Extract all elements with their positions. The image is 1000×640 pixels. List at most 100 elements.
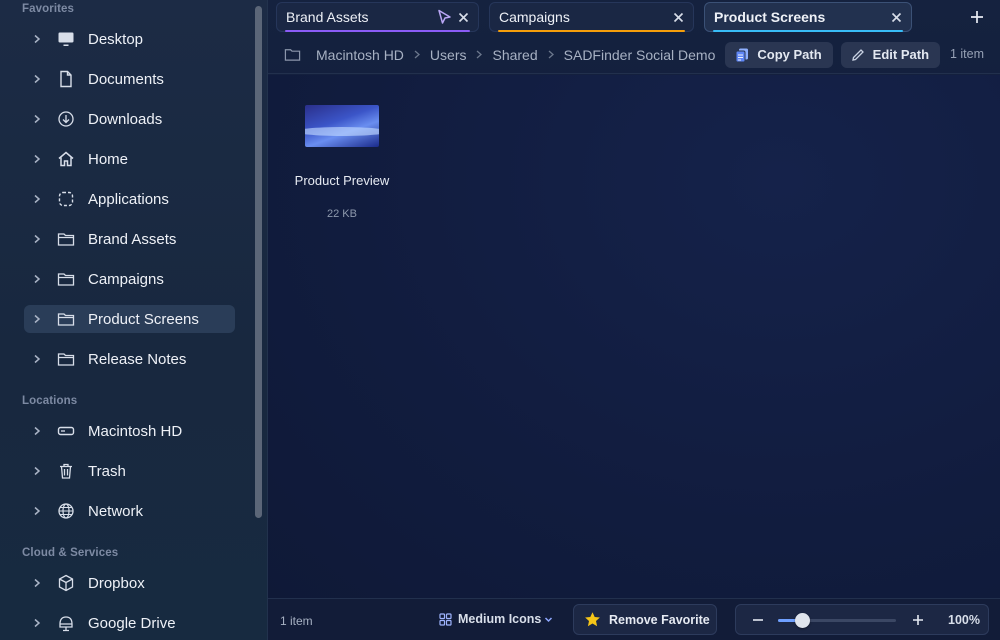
file-manager-window: Favorites Desktop Documents Downloads Ho… bbox=[0, 0, 1000, 640]
drive-icon bbox=[54, 422, 78, 440]
folder-icon bbox=[54, 350, 78, 368]
sidebar-item-product-screens[interactable]: Product Screens bbox=[24, 305, 235, 333]
plus-icon[interactable] bbox=[970, 10, 984, 24]
zoom-slider-knob[interactable] bbox=[794, 613, 810, 628]
zoom-slider[interactable] bbox=[778, 613, 896, 628]
sidebar-item-label: Brand Assets bbox=[88, 230, 177, 248]
chevron-right-icon[interactable] bbox=[24, 426, 50, 436]
star-icon bbox=[585, 612, 600, 627]
section-label-favorites: Favorites bbox=[22, 3, 75, 15]
sidebar-item-label: Campaigns bbox=[88, 270, 164, 288]
tab-brand-assets[interactable]: Brand Assets bbox=[276, 2, 479, 32]
tab-label: Campaigns bbox=[499, 9, 570, 25]
dropbox-icon bbox=[54, 574, 78, 592]
chevron-right-icon[interactable] bbox=[24, 114, 50, 124]
file-name: Product Preview bbox=[294, 173, 390, 188]
sidebar-item-label: Applications bbox=[88, 190, 169, 208]
folder-icon bbox=[54, 310, 78, 328]
chevron-right-icon[interactable] bbox=[24, 506, 50, 516]
zoom-out-button[interactable] bbox=[750, 612, 766, 628]
sidebar-item-label: Documents bbox=[88, 70, 164, 88]
sidebar-item-home[interactable]: Home bbox=[24, 145, 235, 173]
remove-favorite-label: Remove Favorite bbox=[609, 612, 710, 627]
sidebar-item-macintosh-hd[interactable]: Macintosh HD bbox=[24, 417, 235, 445]
chevron-right-icon[interactable] bbox=[24, 34, 50, 44]
sidebar-item-label: Product Screens bbox=[88, 310, 199, 328]
breadcrumb-shared[interactable]: Shared bbox=[492, 47, 537, 63]
chevron-right-icon bbox=[547, 50, 555, 59]
sidebar-item-label: Release Notes bbox=[88, 350, 187, 368]
breadcrumb-sadfinder-social-demo[interactable]: SADFinder Social Demo bbox=[564, 47, 716, 63]
section-label-cloud: Cloud & Services bbox=[22, 547, 119, 559]
zoom-percentage: 100% bbox=[948, 613, 980, 627]
new-tab-button[interactable] bbox=[968, 8, 986, 26]
sidebar-item-desktop[interactable]: Desktop bbox=[24, 25, 235, 53]
view-mode-dropdown[interactable]: Medium Icons bbox=[439, 612, 553, 626]
file-size: 22 KB bbox=[327, 208, 357, 220]
minus-icon bbox=[753, 619, 763, 621]
plus-icon bbox=[913, 615, 923, 625]
remove-favorite-button[interactable]: Remove Favorite bbox=[573, 604, 717, 635]
sidebar-item-network[interactable]: Network bbox=[24, 497, 235, 525]
sidebar-item-google-drive[interactable]: Google Drive bbox=[24, 609, 235, 637]
tab-product-screens[interactable]: Product Screens bbox=[704, 2, 912, 32]
copy-path-button[interactable]: Copy Path bbox=[725, 41, 833, 68]
sidebar-item-label: Desktop bbox=[88, 30, 144, 48]
file-item[interactable]: Product Preview 22 KB bbox=[286, 105, 398, 220]
chevron-right-icon[interactable] bbox=[24, 234, 50, 244]
cloud-drive-icon bbox=[54, 614, 78, 632]
chevron-right-icon[interactable] bbox=[24, 618, 50, 628]
folder-icon bbox=[54, 230, 78, 248]
sidebar-item-label: Google Drive bbox=[88, 614, 176, 632]
close-tab-icon[interactable] bbox=[457, 11, 470, 24]
copy-icon bbox=[735, 48, 749, 62]
globe-icon bbox=[54, 502, 78, 520]
file-thumbnail bbox=[305, 105, 379, 147]
chevron-right-icon[interactable] bbox=[24, 314, 50, 324]
download-icon bbox=[54, 110, 78, 128]
desktop-icon bbox=[54, 30, 78, 48]
sidebar-item-campaigns[interactable]: Campaigns bbox=[24, 265, 235, 293]
chevron-right-icon[interactable] bbox=[24, 194, 50, 204]
chevron-down-icon bbox=[544, 615, 553, 624]
tab-label: Brand Assets bbox=[286, 9, 369, 25]
close-tab-icon[interactable] bbox=[890, 11, 903, 24]
sidebar-item-documents[interactable]: Documents bbox=[24, 65, 235, 93]
tab-accent-underline bbox=[713, 30, 903, 32]
copy-path-label: Copy Path bbox=[757, 47, 822, 62]
edit-path-label: Edit Path bbox=[872, 47, 930, 62]
sidebar-item-downloads[interactable]: Downloads bbox=[24, 105, 235, 133]
folder-icon bbox=[284, 46, 301, 63]
chevron-right-icon[interactable] bbox=[24, 74, 50, 84]
edit-path-button[interactable]: Edit Path bbox=[840, 41, 941, 68]
file-grid[interactable]: Product Preview 22 KB bbox=[268, 75, 1000, 598]
item-count: 1 item bbox=[949, 47, 984, 61]
sidebar-item-release-notes[interactable]: Release Notes bbox=[24, 345, 235, 373]
document-icon bbox=[54, 70, 78, 88]
chevron-right-icon[interactable] bbox=[24, 578, 50, 588]
sidebar-item-trash[interactable]: Trash bbox=[24, 457, 235, 485]
sidebar-scrollbar[interactable] bbox=[255, 6, 262, 518]
sidebar-item-dropbox[interactable]: Dropbox bbox=[24, 569, 235, 597]
chevron-right-icon[interactable] bbox=[24, 274, 50, 284]
sidebar-item-label: Home bbox=[88, 150, 129, 168]
sidebar-item-applications[interactable]: Applications bbox=[24, 185, 235, 213]
zoom-control: 100% bbox=[735, 604, 989, 635]
chevron-right-icon[interactable] bbox=[24, 354, 50, 364]
sidebar: Favorites Desktop Documents Downloads Ho… bbox=[0, 0, 268, 640]
sidebar-item-brand-assets[interactable]: Brand Assets bbox=[24, 225, 235, 253]
close-tab-icon[interactable] bbox=[672, 11, 685, 24]
tab-bar: Brand Assets Campaigns Product Screens bbox=[268, 0, 1000, 36]
breadcrumb-users[interactable]: Users bbox=[430, 47, 467, 63]
tab-campaigns[interactable]: Campaigns bbox=[489, 2, 694, 32]
chevron-right-icon[interactable] bbox=[24, 154, 50, 164]
sidebar-item-label: Macintosh HD bbox=[88, 422, 183, 440]
zoom-in-button[interactable] bbox=[910, 612, 926, 628]
sidebar-item-label: Dropbox bbox=[88, 574, 145, 592]
breadcrumb-macintosh-hd[interactable]: Macintosh HD bbox=[316, 47, 404, 63]
tab-label: Product Screens bbox=[714, 9, 826, 25]
folder-icon bbox=[54, 270, 78, 288]
chevron-right-icon[interactable] bbox=[24, 466, 50, 476]
chevron-right-icon bbox=[475, 50, 483, 59]
sidebar-item-label: Downloads bbox=[88, 110, 163, 128]
